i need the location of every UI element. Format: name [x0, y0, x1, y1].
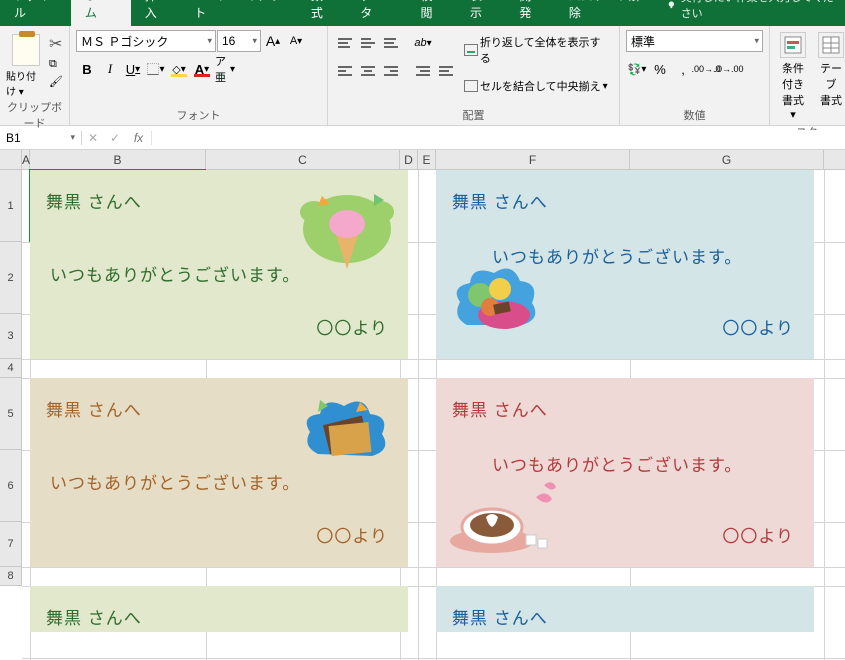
font-color-button[interactable]: A▾	[191, 58, 213, 80]
menu-password[interactable]: パスワード解除	[555, 0, 658, 26]
col-header-C[interactable]: C	[206, 150, 400, 169]
copy-icon[interactable]: ⧉	[49, 58, 63, 71]
col-header-B[interactable]: B	[30, 150, 206, 169]
border-button[interactable]: ▾	[145, 58, 167, 80]
col-header-D[interactable]: D	[400, 150, 418, 169]
formula-cancel-button[interactable]: ✕	[82, 131, 104, 145]
align-bottom-button[interactable]	[380, 32, 402, 54]
row-header-2[interactable]: 2	[0, 242, 22, 314]
ribbon-group-font: A▴ A▾ B I U▾ ▾ ◇▾ A▾ ア亜▾ フォント	[70, 26, 328, 125]
formula-ok-button[interactable]: ✓	[104, 131, 126, 145]
menu-developer[interactable]: 開発	[505, 0, 554, 26]
row-header-6[interactable]: 6	[0, 450, 22, 522]
name-box[interactable]: B1▾	[0, 131, 82, 145]
ribbon-group-clipboard: 貼り付け ▾ ✂ ⧉ 🖌 クリップボード	[0, 26, 70, 125]
card-to: 舞黒 さんへ	[452, 604, 802, 629]
tell-me-box[interactable]: 実行したい作業を入力してください	[658, 0, 845, 26]
ribbon: 貼り付け ▾ ✂ ⧉ 🖌 クリップボード A▴ A▾ B I U▾ ▾	[0, 26, 845, 126]
grow-font-button[interactable]: A▴	[262, 30, 284, 52]
card-to: 舞黒 さんへ	[452, 396, 802, 421]
merge-icon	[464, 80, 478, 92]
business-card-1[interactable]: 舞黒 さんへいつもありがとうございます。〇〇より	[436, 170, 814, 359]
underline-button[interactable]: U▾	[122, 58, 144, 80]
business-card-2[interactable]: 舞黒 さんへいつもありがとうございます。〇〇より	[30, 378, 408, 567]
col-header-F[interactable]: F	[436, 150, 630, 169]
shrink-font-button[interactable]: A▾	[285, 30, 307, 52]
ribbon-group-styles: 条件付き 書式 ▾ テーブ 書式 スタ	[770, 26, 844, 125]
business-card-5[interactable]: 舞黒 さんへ	[436, 586, 814, 632]
business-card-0[interactable]: 舞黒 さんへいつもありがとうございます。〇〇より	[30, 170, 408, 359]
card-from: 〇〇より	[42, 314, 388, 339]
col-header-E[interactable]: E	[418, 150, 436, 169]
formula-bar: B1▾ ✕ ✓ fx	[0, 126, 845, 150]
paste-icon[interactable]	[12, 34, 40, 66]
paste-label[interactable]: 貼り付け ▾	[6, 68, 45, 98]
row-header-8[interactable]: 8	[0, 567, 22, 586]
percent-button[interactable]: %	[649, 58, 671, 80]
table-format-button[interactable]: テーブ 書式	[814, 30, 845, 110]
bold-button[interactable]: B	[76, 58, 98, 80]
phonetic-button[interactable]: ア亜▾	[214, 58, 236, 80]
align-left-button[interactable]	[334, 60, 356, 82]
conditional-format-icon	[780, 32, 806, 58]
align-middle-button[interactable]	[357, 32, 379, 54]
menu-view[interactable]: 表示	[456, 0, 505, 26]
indent-increase-button[interactable]	[435, 60, 457, 82]
card-to: 舞黒 さんへ	[452, 188, 802, 213]
align-top-button[interactable]	[334, 32, 356, 54]
business-card-3[interactable]: 舞黒 さんへいつもありがとうございます。〇〇より	[436, 378, 814, 567]
col-header-A[interactable]: A	[22, 150, 30, 169]
ribbon-group-alignment: ab▾ 折り返して全体を表示する セルを結合して中央揃え ▾ 配置	[328, 26, 620, 125]
font-size-select[interactable]	[217, 30, 261, 52]
row-header-4[interactable]: 4	[0, 359, 22, 378]
row-header-3[interactable]: 3	[0, 314, 22, 359]
worksheet[interactable]: ABCDEFG 12345678 舞黒 さんへいつもありがとうございます。〇〇よ…	[0, 150, 845, 660]
lightbulb-icon	[666, 0, 677, 11]
font-name-select[interactable]	[76, 30, 216, 52]
menu-review[interactable]: 校閲	[406, 0, 455, 26]
decrease-decimal-button[interactable]: .0→.00	[718, 58, 740, 80]
group-label-clipboard: クリップボード	[6, 98, 63, 131]
orientation-button[interactable]: ab▾	[412, 32, 434, 54]
menu-home[interactable]: ホーム	[71, 0, 131, 26]
align-right-button[interactable]	[380, 60, 402, 82]
card-to: 舞黒 さんへ	[46, 604, 396, 629]
ribbon-group-number: 💱▾ % , .00→.0 .0→.00 数値	[620, 26, 770, 125]
wrap-text-button[interactable]: 折り返して全体を表示する	[461, 32, 613, 68]
menu-file[interactable]: ファイル	[0, 0, 71, 26]
menu-data[interactable]: データ	[346, 0, 406, 26]
fx-button[interactable]: fx	[126, 131, 152, 145]
merge-center-button[interactable]: セルを結合して中央揃え ▾	[461, 76, 613, 96]
group-label-alignment: 配置	[334, 106, 613, 123]
menu-formulas[interactable]: 数式	[297, 0, 346, 26]
menu-insert[interactable]: 挿入	[131, 0, 180, 26]
card-from: 〇〇より	[42, 522, 388, 547]
group-label-number: 数値	[626, 106, 763, 123]
format-painter-icon[interactable]: 🖌	[49, 75, 63, 88]
italic-button[interactable]: I	[99, 58, 121, 80]
currency-button[interactable]: 💱▾	[626, 58, 648, 80]
conditional-format-button[interactable]: 条件付き 書式 ▾	[776, 30, 810, 123]
wrap-icon	[464, 44, 478, 56]
row-headers: 12345678	[0, 170, 22, 586]
indent-decrease-button[interactable]	[412, 60, 434, 82]
row-header-1[interactable]: 1	[0, 170, 22, 242]
formula-input[interactable]	[152, 130, 845, 145]
table-format-icon	[818, 32, 844, 58]
group-label-font: フォント	[76, 106, 321, 123]
align-center-button[interactable]	[357, 60, 379, 82]
row-header-7[interactable]: 7	[0, 522, 22, 567]
menu-bar: ファイル ホーム 挿入 ページ レイアウト 数式 データ 校閲 表示 開発 パス…	[0, 0, 845, 26]
menu-layout[interactable]: ページ レイアウト	[180, 0, 297, 26]
business-card-4[interactable]: 舞黒 さんへ	[30, 586, 408, 632]
cut-icon[interactable]: ✂	[49, 34, 63, 54]
column-headers: ABCDEFG	[0, 150, 845, 170]
col-header-G[interactable]: G	[630, 150, 824, 169]
select-all-corner[interactable]	[0, 150, 22, 169]
row-header-5[interactable]: 5	[0, 378, 22, 450]
number-format-select[interactable]	[626, 30, 763, 52]
fill-color-button[interactable]: ◇▾	[168, 58, 190, 80]
